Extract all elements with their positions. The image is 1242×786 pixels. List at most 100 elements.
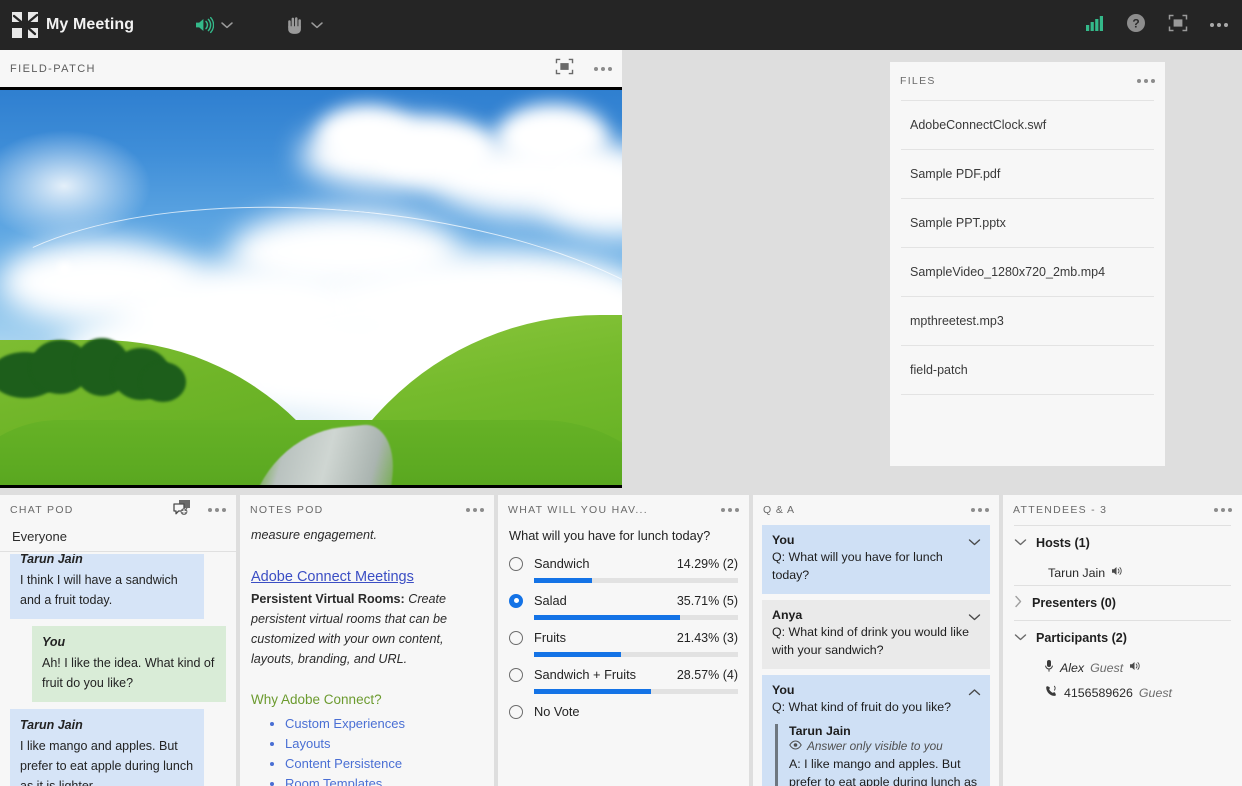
poll-option-label: Sandwich + Fruits [534,667,637,682]
notes-bullet-label: Content Persistence [285,756,403,771]
chevron-down-icon[interactable] [1014,536,1027,550]
qa-question: Q: What will you have for lunch today? [772,550,943,582]
qa-pod-header: Q & A [753,495,999,525]
poll-bar-track [534,652,738,657]
poll-pod-header: WHAT WILL YOU HAV... [498,495,749,525]
qa-item[interactable]: You Q: What will you have for lunch toda… [762,525,990,594]
speaker-on-icon[interactable] [194,16,215,34]
file-name: SampleVideo_1280x720_2mb.mp4 [910,265,1106,279]
file-name: mpthreetest.mp3 [910,314,1004,328]
chevron-right-icon[interactable] [1014,595,1023,611]
raise-hand-icon[interactable] [286,15,304,35]
attendee-row[interactable]: 4156589626 Guest [1014,680,1231,705]
list-item[interactable]: field-patch [901,346,1154,395]
attendees-more-options-icon[interactable] [1214,508,1232,512]
list-item[interactable]: Custom Experiences [251,714,480,734]
poll-bar-track [534,578,738,583]
chat-author: Tarun Jain [20,718,83,732]
tree-line [0,338,186,402]
radio-icon[interactable] [509,630,523,645]
attendee-row[interactable]: Alex Guest [1014,655,1231,680]
qa-item[interactable]: Anya Q: What kind of drink you would lik… [762,600,990,669]
attendees-group-label: Participants (2) [1036,631,1127,645]
notes-more-options-icon[interactable] [466,508,484,512]
share-stage[interactable] [0,87,622,488]
notes-bullet-label: Layouts [285,736,331,751]
attendees-pod: ATTENDEES - 3 Hosts (1) Tarun Jain Prese… [1003,495,1242,786]
poll-option-result: 28.57% (4) [676,667,738,682]
poll-pod: WHAT WILL YOU HAV... What will you have … [498,495,749,786]
list-item[interactable]: Layouts [251,734,480,754]
qa-answer-visibility-note: Answer only visible to you [789,739,980,753]
poll-option[interactable]: Salad 35.71% (5) [509,593,738,620]
adobe-connect-logo-icon[interactable] [0,12,50,38]
chat-message-list[interactable]: Tarun Jain I think I will have a sandwic… [0,554,236,786]
qa-list[interactable]: You Q: What will you have for lunch toda… [753,525,999,786]
chat-tab-everyone[interactable]: Everyone [10,527,69,551]
attendees-group-presenters[interactable]: Presenters (0) [1014,586,1231,620]
list-item[interactable]: Room Templates [251,774,480,786]
meeting-title: My Meeting [46,16,135,33]
chevron-down-icon[interactable] [1014,631,1027,645]
new-chat-icon[interactable] [173,499,192,521]
chevron-down-icon[interactable] [968,609,981,627]
poll-option[interactable]: Fruits 21.43% (3) [509,630,738,657]
chat-more-options-icon[interactable] [208,508,226,512]
list-item[interactable]: Content Persistence [251,754,480,774]
poll-option-label: Salad [534,593,567,608]
attendees-group-hosts[interactable]: Hosts (1) [1014,526,1231,560]
list-item[interactable]: SampleVideo_1280x720_2mb.mp4 [901,248,1154,297]
radio-icon[interactable] [509,704,523,719]
share-pod-header: FIELD-PATCH [0,50,622,87]
poll-more-options-icon[interactable] [721,508,739,512]
poll-option[interactable]: Sandwich 14.29% (2) [509,556,738,583]
connection-signal-icon[interactable] [1086,15,1104,36]
poll-option[interactable]: No Vote [509,704,738,719]
audio-chevron-down-icon[interactable] [220,20,234,30]
radio-icon[interactable] [509,667,523,682]
files-more-options-icon[interactable] [1137,79,1155,83]
notes-pod: NOTES POD measure engagement. Adobe Conn… [240,495,494,786]
chevron-up-icon[interactable] [968,684,981,702]
notes-paragraph: Persistent Virtual Rooms: Create persist… [251,589,480,669]
raise-hand-control-group[interactable] [286,15,324,35]
fullscreen-icon[interactable] [1168,14,1188,37]
notes-top-fragment: measure engagement. [251,528,378,542]
qa-pod-title: Q & A [763,504,795,516]
chat-message: Tarun Jain I like mango and apples. But … [10,709,204,786]
chevron-down-icon[interactable] [968,534,981,552]
file-name: field-patch [910,363,968,377]
qa-more-options-icon[interactable] [971,508,989,512]
header-actions: ? [1086,13,1242,38]
attendee-row[interactable]: Tarun Jain [1014,560,1231,585]
header-more-options-icon[interactable] [1210,23,1228,27]
chat-text: Ah! I like the idea. What kind of fruit … [42,656,215,690]
poll-option-label: No Vote [534,704,580,719]
list-item[interactable]: Sample PPT.pptx [901,199,1154,248]
eye-icon [789,739,802,753]
share-fullscreen-icon[interactable] [555,58,574,80]
poll-option-label: Fruits [534,630,566,645]
hand-chevron-down-icon[interactable] [310,20,324,30]
attendee-role: Guest [1138,685,1172,700]
phone-icon [1044,685,1058,701]
notes-link-adobe-connect-meetings[interactable]: Adobe Connect Meetings [251,567,480,587]
help-question-icon[interactable]: ? [1126,13,1146,38]
notes-content[interactable]: measure engagement. Adobe Connect Meetin… [240,525,494,786]
poll-option[interactable]: Sandwich + Fruits 28.57% (4) [509,667,738,694]
list-item[interactable]: mpthreetest.mp3 [901,297,1154,346]
notes-bullet-label: Room Templates [285,776,383,786]
poll-option-result: 14.29% (2) [676,556,738,571]
attendees-group-participants[interactable]: Participants (2) [1014,621,1231,655]
radio-icon[interactable] [509,556,523,571]
qa-item[interactable]: You Q: What kind of fruit do you like? T… [762,675,990,786]
qa-author: You [772,683,795,697]
list-item[interactable]: AdobeConnectClock.swf [901,101,1154,150]
share-more-options-icon[interactable] [594,66,612,71]
audio-control-group[interactable] [194,16,234,34]
radio-icon-selected[interactable] [509,593,523,608]
stage-letterbox-bottom [0,485,622,488]
chat-text: I think I will have a sandwich and a fru… [20,573,178,607]
list-item[interactable]: Sample PDF.pdf [901,150,1154,199]
poll-bar-fill [534,615,680,620]
